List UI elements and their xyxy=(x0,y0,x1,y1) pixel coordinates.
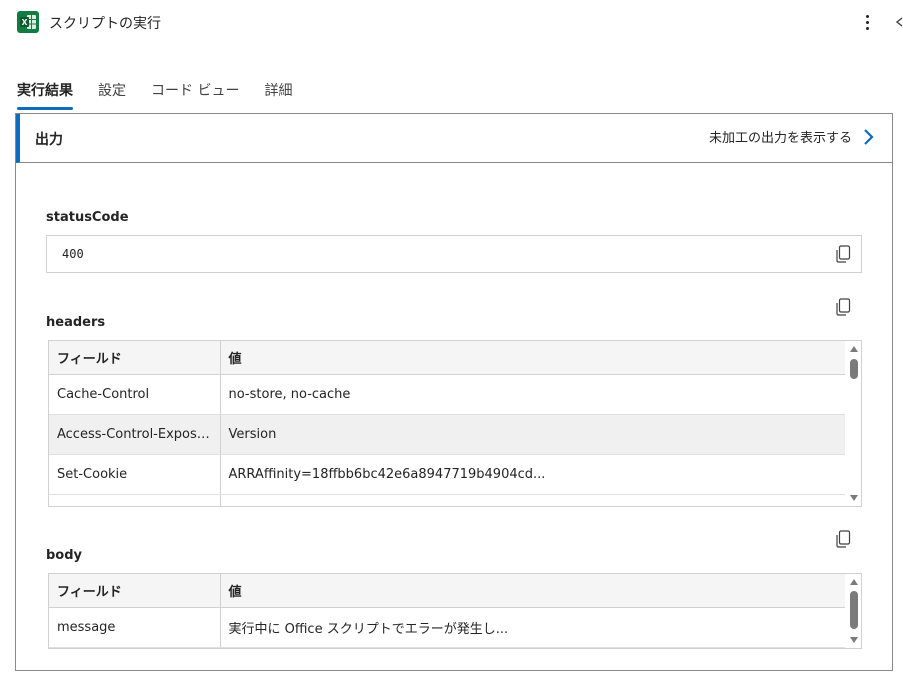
headers-label: headers xyxy=(46,315,106,330)
tab-details[interactable]: 詳細 xyxy=(264,68,292,110)
tab-run-result[interactable]: 実行結果 xyxy=(17,68,73,110)
table-row[interactable]: Access-Control-Expose... Version xyxy=(49,414,845,455)
column-header-field: フィールド xyxy=(49,341,221,375)
header-value-cell: Version xyxy=(220,414,845,455)
copy-icon[interactable] xyxy=(835,245,851,263)
table-header-row: フィールド 値 xyxy=(49,341,845,375)
body-label: body xyxy=(46,548,83,563)
tab-code-view[interactable]: コード ビュー xyxy=(151,68,239,110)
table-header-row: フィールド 値 xyxy=(49,574,845,608)
top-bar: X スクリプトの実行 xyxy=(0,0,903,46)
scroll-up-arrow-icon[interactable] xyxy=(850,346,858,352)
header-field-cell: Cache-Control xyxy=(49,374,221,415)
header-value-cell xyxy=(220,494,845,506)
header-value-cell: no-store, no-cache xyxy=(220,374,845,415)
svg-text:X: X xyxy=(22,18,28,27)
status-code-label: statusCode xyxy=(46,210,129,225)
excel-icon: X xyxy=(17,11,39,33)
copy-body-icon[interactable] xyxy=(835,530,851,548)
body-scrollbar[interactable] xyxy=(847,574,861,648)
output-title: 出力 xyxy=(35,132,63,148)
table-row[interactable]: message 実行中に Office スクリプトでエラーが発生し... xyxy=(49,607,845,648)
output-header: 出力 未加工の出力を表示する xyxy=(16,114,892,163)
scroll-down-arrow-icon[interactable] xyxy=(850,495,858,501)
show-raw-output-link[interactable]: 未加工の出力を表示する xyxy=(709,127,874,146)
column-header-field: フィールド xyxy=(49,574,221,608)
scroll-up-arrow-icon[interactable] xyxy=(850,579,858,585)
more-options-icon[interactable] xyxy=(858,11,876,33)
header-field-cell: Set-Cookie xyxy=(49,454,221,495)
header-value-cell: ARRAffinity=18ffbb6bc42e6a8947719b4904cd… xyxy=(220,454,845,495)
tab-bar: 実行結果 設定 コード ビュー 詳細 xyxy=(17,68,317,110)
headers-table[interactable]: フィールド 値 Cache-Control no-store, no-cache… xyxy=(48,340,862,507)
scroll-thumb[interactable] xyxy=(850,591,858,629)
scroll-thumb[interactable] xyxy=(850,359,858,379)
status-code-value: 400 xyxy=(62,247,84,261)
page-title: スクリプトの実行 xyxy=(49,16,161,32)
tab-settings[interactable]: 設定 xyxy=(98,68,126,110)
column-header-value: 値 xyxy=(220,341,845,375)
table-row[interactable] xyxy=(49,494,845,506)
collapse-panel-icon[interactable] xyxy=(893,11,903,33)
copy-headers-icon[interactable] xyxy=(835,298,851,316)
body-value-cell: 実行中に Office スクリプトでエラーが発生し... xyxy=(220,607,845,648)
scroll-down-arrow-icon[interactable] xyxy=(850,637,858,643)
status-code-field[interactable]: 400 xyxy=(46,235,862,273)
body-table[interactable]: フィールド 値 message 実行中に Office スクリプトでエラーが発生… xyxy=(48,573,862,649)
header-field-cell: Access-Control-Expose... xyxy=(49,414,221,455)
column-header-value: 値 xyxy=(220,574,845,608)
body-field-cell: message xyxy=(49,607,221,648)
header-field-cell xyxy=(49,494,221,506)
table-row[interactable]: Cache-Control no-store, no-cache xyxy=(49,374,845,415)
output-panel: 出力 未加工の出力を表示する statusCode 400 headers フィ… xyxy=(15,113,893,671)
headers-scrollbar[interactable] xyxy=(847,341,861,506)
show-raw-output-label: 未加工の出力を表示する xyxy=(708,131,852,146)
chevron-right-icon xyxy=(864,128,874,145)
table-row[interactable]: Set-Cookie ARRAffinity=18ffbb6bc42e6a894… xyxy=(49,454,845,495)
